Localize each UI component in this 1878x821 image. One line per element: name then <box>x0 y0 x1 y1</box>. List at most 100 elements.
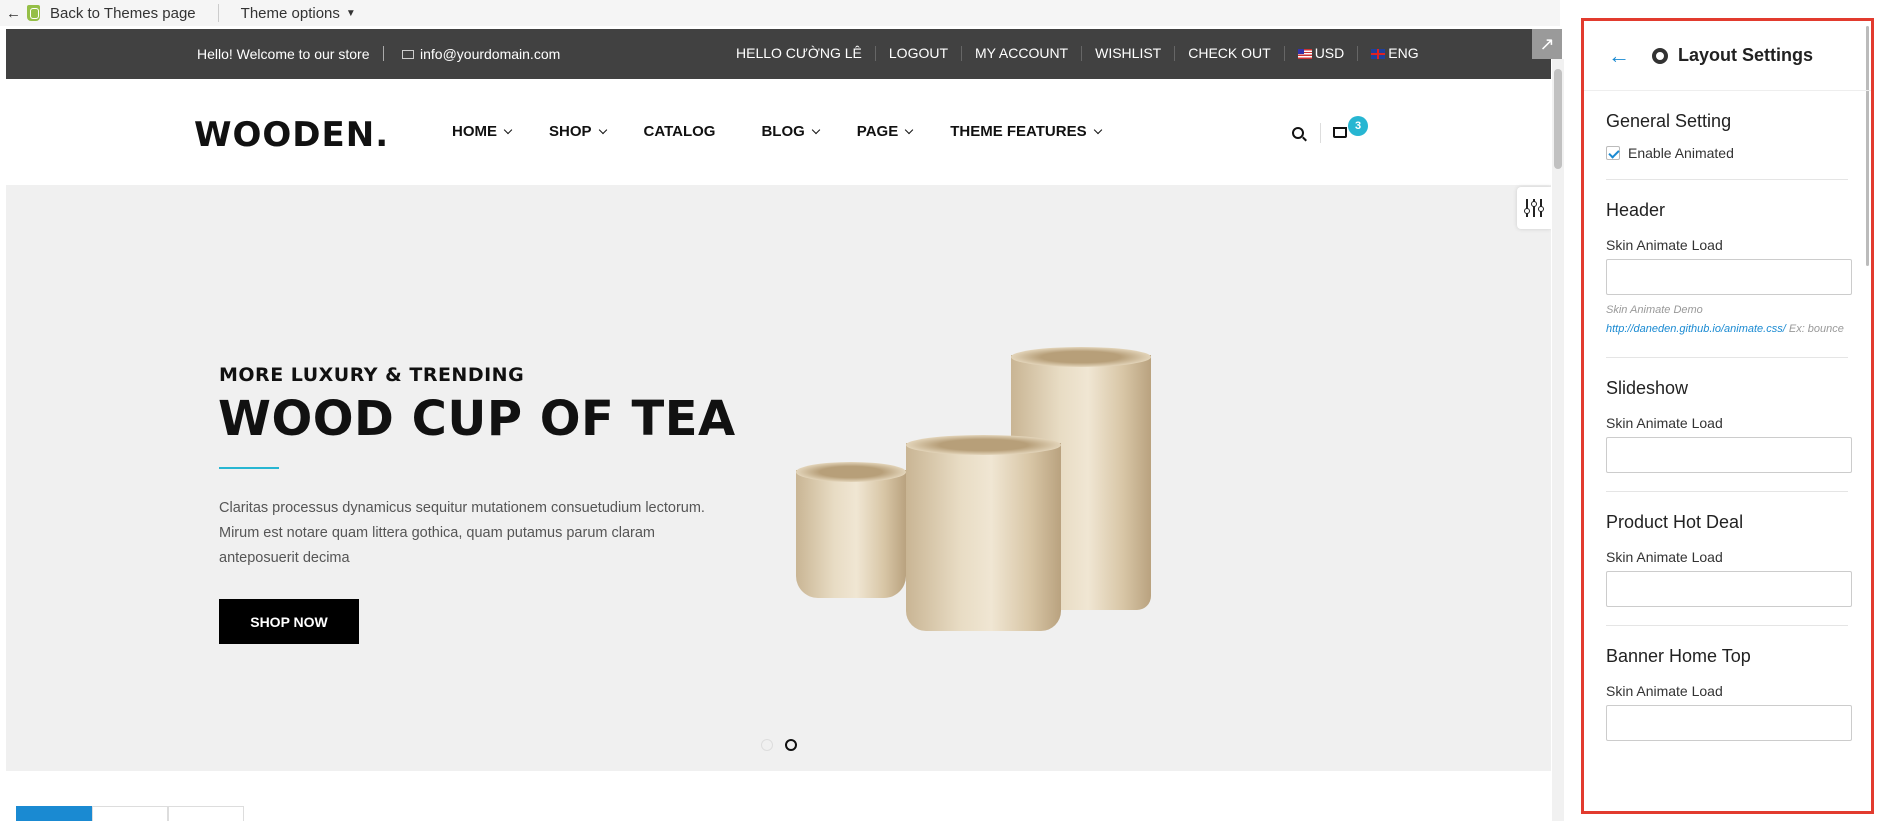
title-underline <box>219 467 279 469</box>
us-flag-icon <box>1297 49 1312 59</box>
link-checkout[interactable]: CHECK OUT <box>1174 46 1283 61</box>
hint-prefix: Skin Animate Demo <box>1606 304 1703 316</box>
account-links: HELLO CƯỜNG LÊ LOGOUT MY ACCOUNT WISHLIS… <box>730 46 1432 61</box>
back-to-themes-link[interactable]: ← Back to Themes page <box>0 5 196 22</box>
general-setting-heading: General Setting <box>1606 111 1732 131</box>
nav-catalog-label: CATALOG <box>643 123 716 140</box>
header-hint: Skin Animate Demo http://daneden.github.… <box>1606 301 1848 339</box>
nav-shop-label: SHOP <box>549 123 592 140</box>
main-nav: HOME SHOP CATALOG BLOG PAGE THEME FEATUR… <box>452 123 1139 140</box>
theme-options-label: Theme options <box>240 4 340 22</box>
nav-page-label: PAGE <box>856 123 899 140</box>
mobile-view-button[interactable] <box>168 806 244 821</box>
banner-home-top-field-label: Skin Animate Load <box>1606 683 1723 699</box>
header-skin-animate-input[interactable] <box>1606 259 1852 295</box>
admin-divider <box>217 4 219 22</box>
store-topbar: Hello! Welcome to our store info@yourdom… <box>6 29 1551 79</box>
tablet-view-button[interactable] <box>92 806 168 821</box>
nav-catalog[interactable]: CATALOG <box>644 123 716 140</box>
enable-animated-row[interactable]: Enable Animated <box>1606 145 1848 161</box>
shop-now-button[interactable]: SHOP NOW <box>219 599 359 644</box>
chevron-down-icon <box>1093 125 1102 134</box>
language-selector[interactable]: ENG <box>1357 46 1431 61</box>
chevron-down-icon <box>904 125 914 134</box>
expand-icon[interactable]: ↗ <box>1532 29 1562 59</box>
preview-scroll-thumb[interactable] <box>1554 69 1562 169</box>
shopify-logo-icon <box>27 5 40 21</box>
device-switcher <box>16 806 244 821</box>
desktop-view-button[interactable] <box>16 806 92 821</box>
theme-settings-tab[interactable] <box>1517 187 1551 229</box>
hint-suffix: Ex: bounce <box>1788 323 1844 335</box>
bottom-strip <box>6 771 1551 821</box>
slide-description: Claritas processus dynamicus sequitur mu… <box>219 500 705 566</box>
wooden-cups-image <box>796 345 1186 645</box>
cart-icon[interactable] <box>1333 127 1347 138</box>
store-logo[interactable]: WOODEN. <box>194 115 389 155</box>
animate-css-link[interactable]: http://daneden.github.io/animate.css/ <box>1606 323 1786 335</box>
header-divider <box>1320 123 1321 143</box>
hero-slide: MORE LUXURY & TRENDING WOOD CUP OF TEA C… <box>6 185 1551 771</box>
nav-blog-label: BLOG <box>761 123 805 140</box>
nav-blog[interactable]: BLOG <box>761 123 821 140</box>
slide-subtitle: MORE LUXURY & TRENDING <box>219 364 525 386</box>
chevron-down-icon <box>811 125 821 134</box>
chevron-down-icon <box>598 125 607 134</box>
nav-shop[interactable]: SHOP <box>549 123 607 140</box>
product-hot-deal-section: Product Hot Deal Skin Animate Load <box>1584 492 1871 625</box>
product-hot-deal-field-label: Skin Animate Load <box>1606 549 1723 565</box>
slide-dot-1[interactable] <box>761 739 773 751</box>
slide-pagination <box>761 739 797 751</box>
nav-theme-features[interactable]: THEME FEATURES <box>950 123 1102 140</box>
store-header: WOODEN. HOME SHOP CATALOG BLOG PAGE THEM… <box>6 79 1551 185</box>
slideshow-section: Slideshow Skin Animate Load <box>1584 358 1871 491</box>
link-hello-user[interactable]: HELLO CƯỜNG LÊ <box>730 46 875 61</box>
welcome-text: Hello! Welcome to our store <box>197 46 370 62</box>
preview-scrollbar[interactable] <box>1552 59 1564 821</box>
header-heading: Header <box>1606 200 1666 220</box>
email-text: info@yourdomain.com <box>420 46 561 62</box>
arrow-left-icon: ← <box>6 4 21 22</box>
banner-home-top-skin-animate-input[interactable] <box>1606 705 1852 741</box>
theme-preview: Hello! Welcome to our store info@yourdom… <box>6 29 1551 821</box>
header-field-label: Skin Animate Load <box>1606 237 1723 253</box>
enable-animated-checkbox[interactable] <box>1606 146 1620 160</box>
link-my-account[interactable]: MY ACCOUNT <box>961 46 1081 61</box>
topbar-divider <box>383 46 384 61</box>
caret-down-icon: ▼ <box>345 7 356 19</box>
gear-icon <box>1652 47 1668 64</box>
panel-header: ← Layout Settings <box>1584 21 1871 91</box>
theme-options-dropdown[interactable]: Theme options ▼ <box>241 5 356 22</box>
slideshow-heading: Slideshow <box>1606 378 1689 398</box>
chevron-down-icon <box>503 125 513 134</box>
slideshow-skin-animate-input[interactable] <box>1606 437 1852 473</box>
sliders-icon <box>1523 199 1544 217</box>
product-hot-deal-heading: Product Hot Deal <box>1606 512 1744 532</box>
panel-title: Layout Settings <box>1678 45 1814 65</box>
slide-title: WOOD CUP OF TEA <box>218 391 736 447</box>
currency-selector[interactable]: USD <box>1283 45 1358 61</box>
email-link[interactable]: info@yourdomain.com <box>402 46 560 62</box>
slide-dot-2[interactable] <box>785 739 797 751</box>
product-hot-deal-skin-animate-input[interactable] <box>1606 571 1852 607</box>
layout-settings-panel: ← Layout Settings General Setting Enable… <box>1581 18 1874 814</box>
banner-home-top-section: Banner Home Top Skin Animate Load <box>1584 626 1871 759</box>
general-setting-section: General Setting Enable Animated <box>1584 91 1871 179</box>
back-to-themes-label: Back to Themes page <box>50 4 196 22</box>
search-icon[interactable] <box>1292 127 1304 139</box>
uk-flag-icon <box>1371 49 1386 59</box>
header-section: Header Skin Animate Load Skin Animate De… <box>1584 180 1871 357</box>
nav-home-label: HOME <box>452 123 497 140</box>
banner-home-top-heading: Banner Home Top <box>1606 646 1751 666</box>
envelope-icon <box>402 49 414 59</box>
cart-count-badge: 3 <box>1348 116 1368 136</box>
back-arrow-icon[interactable]: ← <box>1608 43 1630 69</box>
nav-theme-features-label: THEME FEATURES <box>950 123 1087 140</box>
admin-bar: ← Back to Themes page Theme options ▼ <box>0 0 1560 26</box>
nav-page[interactable]: PAGE <box>856 123 914 140</box>
link-logout[interactable]: LOGOUT <box>874 46 961 61</box>
enable-animated-label: Enable Animated <box>1628 145 1734 161</box>
currency-label: USD <box>1314 45 1345 61</box>
nav-home[interactable]: HOME <box>452 123 513 140</box>
link-wishlist[interactable]: WISHLIST <box>1081 46 1174 61</box>
